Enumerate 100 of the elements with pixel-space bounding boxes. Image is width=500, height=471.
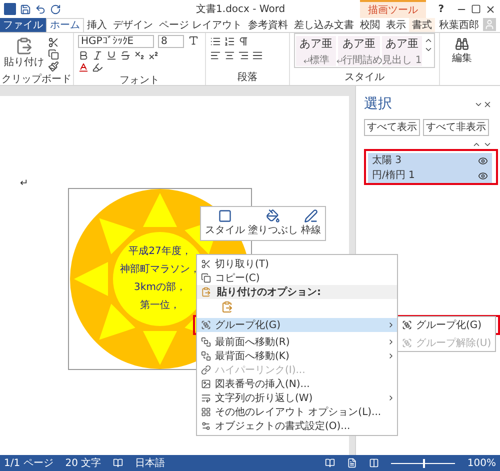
menu-item[interactable]: グループ化(G) <box>398 318 495 332</box>
move-up-icon[interactable] <box>472 140 481 149</box>
find-icon[interactable] <box>455 37 469 51</box>
cut-icon[interactable] <box>48 37 59 48</box>
user-name[interactable]: 秋葉西郎 <box>439 18 479 32</box>
style-gallery-item[interactable]: あア亜 見出し 1 <box>382 36 422 66</box>
window-title: 文書1.docx - Word <box>196 2 286 16</box>
contextual-tab-header: 描画ツール <box>360 0 426 18</box>
menu-section-header: 貼り付けのオプション: <box>217 285 321 300</box>
page-count[interactable]: 1/1 ページ <box>4 456 54 470</box>
eye-icon[interactable] <box>478 156 488 166</box>
italic-icon[interactable] <box>92 50 103 61</box>
editing-button[interactable]: 編集 <box>452 51 472 66</box>
cut-icon <box>201 259 211 269</box>
superscript-icon[interactable] <box>148 50 159 61</box>
save-icon[interactable] <box>20 4 31 14</box>
shape-text: 神部町マラソン， <box>120 262 200 277</box>
eye-icon[interactable] <box>478 170 488 180</box>
shape-text: 平成27年度， <box>128 244 192 259</box>
style-gallery-item[interactable]: あア亜 標準 <box>296 36 336 66</box>
font-name-field[interactable]: HGPｺﾞｼｯｸE <box>78 35 154 48</box>
ribbon-tab[interactable]: 差し込み文書 <box>291 18 358 32</box>
redo-icon[interactable] <box>50 4 61 14</box>
print-layout-icon[interactable] <box>347 458 358 468</box>
close-icon[interactable] <box>483 100 492 109</box>
pane-button[interactable]: すべて表示 <box>364 119 420 136</box>
numbering-icon[interactable] <box>224 36 235 47</box>
subscript-icon[interactable] <box>134 50 145 61</box>
ribbon-tab[interactable]: 参考資料 <box>245 18 292 32</box>
sliders-icon <box>201 421 211 431</box>
align-left-icon[interactable] <box>210 50 221 61</box>
clipboard-icon[interactable] <box>15 37 33 55</box>
language[interactable]: 日本語 <box>135 456 166 470</box>
group-icon <box>402 320 412 330</box>
ribbon-tab[interactable]: ホーム <box>46 18 84 32</box>
pen-icon[interactable] <box>304 209 318 223</box>
read-mode-icon[interactable] <box>325 458 336 468</box>
format-painter-icon[interactable] <box>48 61 59 72</box>
copy-icon[interactable] <box>48 49 59 60</box>
menu-item[interactable]: 切り取り(T) <box>197 257 397 271</box>
selection-list-item[interactable]: 円/楕円 1 <box>368 168 492 183</box>
shape-text: 第一位， <box>140 299 180 313</box>
menu-item[interactable]: オブジェクトの書式設定(O)... <box>197 419 397 433</box>
menu-item[interactable]: コピー(C) <box>197 271 397 285</box>
maximize-icon[interactable] <box>471 4 481 14</box>
paragraph-mark-icon[interactable] <box>238 36 249 47</box>
help-button[interactable]: ? <box>430 2 452 16</box>
ribbon-tab[interactable]: ページ レイアウト <box>156 18 246 32</box>
font-size-field[interactable]: 8 <box>158 35 184 48</box>
copy-icon <box>201 273 211 283</box>
close-icon[interactable] <box>485 4 496 14</box>
paste-button[interactable]: 貼り付け <box>4 55 44 70</box>
picture-icon <box>201 379 211 389</box>
ribbon-tab[interactable]: 挿入 <box>84 18 110 32</box>
highlight-icon[interactable] <box>92 62 103 73</box>
shape-text: 3kmの部， <box>134 280 186 295</box>
mini-toolbar-button[interactable]: 枠線 <box>301 209 321 238</box>
menu-item[interactable]: 図表番号の挿入(N)... <box>197 377 397 391</box>
group-icon <box>402 338 412 348</box>
ribbon-tab[interactable]: 表示 <box>383 18 410 32</box>
clipboard-icon[interactable] <box>221 301 233 313</box>
menu-item[interactable]: 最前面へ移動(R) <box>197 335 397 349</box>
ribbon-tab[interactable]: デザイン <box>110 18 156 32</box>
zoom-level[interactable]: 100% <box>467 456 496 470</box>
web-layout-icon[interactable] <box>369 458 380 468</box>
align-center-icon[interactable] <box>224 50 235 61</box>
align-right-icon[interactable] <box>238 50 249 61</box>
pane-options-icon[interactable] <box>474 100 483 109</box>
selection-list-item[interactable]: 太陽 3 <box>368 153 492 168</box>
stack-icon <box>201 351 211 361</box>
undo-icon[interactable] <box>35 4 46 14</box>
mini-toolbar-button[interactable]: スタイル <box>205 209 245 238</box>
justify-icon[interactable] <box>252 50 263 61</box>
paragraph-mark: ↵ <box>20 178 28 189</box>
menu-item[interactable]: グループ化(G) <box>197 318 397 332</box>
scroll-down-icon[interactable] <box>424 45 433 54</box>
menu-item[interactable]: 最背面へ移動(K) <box>197 349 397 363</box>
bullets-icon[interactable] <box>210 36 221 47</box>
scroll-up-icon[interactable] <box>424 36 433 45</box>
paint-bucket-icon[interactable] <box>266 209 280 223</box>
font-icon[interactable] <box>188 35 199 46</box>
strikethrough-icon[interactable] <box>120 50 131 61</box>
style-gallery-item[interactable]: あア亜 行間詰め <box>338 36 380 66</box>
menu-item[interactable]: その他のレイアウト オプション(L)... <box>197 405 397 419</box>
wrap-icon <box>201 393 211 403</box>
pane-button[interactable]: すべて非表示 <box>423 119 489 136</box>
square-icon[interactable] <box>218 209 232 223</box>
word-count[interactable]: 20 文字 <box>65 456 102 470</box>
bold-icon[interactable] <box>78 50 89 61</box>
menu-item[interactable]: 文字列の折り返し(W) <box>197 391 397 405</box>
font-color-icon[interactable] <box>78 62 89 73</box>
group-label: クリップボード <box>0 72 72 87</box>
ribbon-tab[interactable]: 書式 <box>409 18 436 32</box>
ribbon-tab[interactable]: ファイル <box>0 18 46 32</box>
move-down-icon[interactable] <box>483 140 492 149</box>
group-label: フォント <box>118 74 160 88</box>
mini-toolbar-button[interactable]: 塗りつぶし <box>248 209 298 238</box>
ribbon-tab[interactable]: 校閲 <box>357 18 384 32</box>
underline-icon[interactable] <box>106 50 117 61</box>
proofing-icon[interactable] <box>113 458 124 468</box>
